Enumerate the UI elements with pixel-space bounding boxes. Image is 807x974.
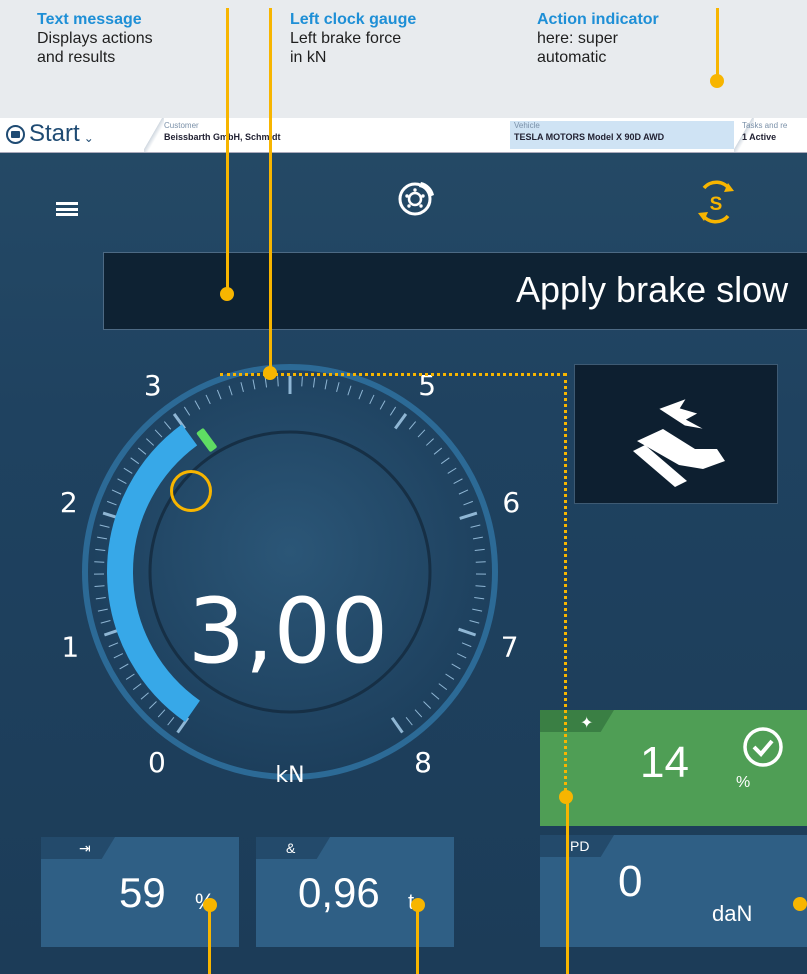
app-window: Start ⌄ Customer Beissbarth GmbH, Schmid…	[0, 118, 807, 974]
leader-dotted-line	[220, 373, 566, 376]
gauge-tick-label: 7	[501, 631, 519, 664]
leader-line	[716, 8, 719, 80]
start-label: Start	[29, 120, 80, 147]
leader-dot	[710, 74, 724, 88]
annotation-line: Left brake force	[290, 30, 402, 47]
leader-line	[226, 8, 229, 118]
hamburger-menu-icon[interactable]	[56, 202, 78, 216]
annotation-left-clock-gauge: Left clock gauge Left brake force in kN	[290, 10, 416, 67]
leader-dotted-line	[564, 373, 567, 791]
leader-line	[269, 118, 272, 372]
pedal-tab-label: PD	[570, 838, 590, 854]
brake-difference-tile: ✦ 14 %	[540, 710, 807, 826]
separator	[144, 118, 164, 152]
vehicle-field[interactable]: Vehicle TESLA MOTORS Model X 90D AWD	[510, 121, 738, 149]
difference-unit: %	[736, 774, 751, 791]
annotation-text-message: Text message Displays actions and result…	[37, 10, 153, 67]
gauge-tick-label: 2	[60, 486, 78, 519]
tasks-label: Tasks and re	[742, 121, 788, 130]
weight-icon: &	[286, 840, 296, 856]
customer-value: Beissbarth GmbH, Schmidt	[164, 132, 281, 142]
gauge-tick	[94, 561, 105, 563]
vehicle-label: Vehicle	[514, 121, 540, 130]
customer-field[interactable]: Customer Beissbarth GmbH, Schmidt	[164, 121, 504, 149]
annotation-title: Text message	[37, 11, 142, 28]
gauge-tick-label: 6	[502, 486, 520, 519]
leader-line	[566, 796, 569, 974]
annotation-line: here: super	[537, 30, 618, 47]
gauge-tick	[277, 376, 279, 387]
leader-line	[269, 8, 272, 118]
annotation-title: Left clock gauge	[290, 11, 417, 28]
vehicle-value: TESLA MOTORS Model X 90D AWD	[514, 132, 665, 142]
weight-value: 0,96	[298, 869, 380, 916]
tasks-value: 1 Active	[742, 132, 777, 142]
leader-line	[416, 905, 419, 974]
annotation-action-indicator: Action indicator here: super automatic	[537, 10, 659, 67]
brake-disc-icon	[398, 182, 434, 216]
start-button[interactable]: Start ⌄	[6, 120, 94, 148]
tile-tab	[540, 710, 614, 732]
chevron-down-icon: ⌄	[83, 131, 94, 145]
annotation-line: automatic	[537, 49, 607, 66]
gauge-tick	[475, 561, 486, 563]
top-bar: Start ⌄ Customer Beissbarth GmbH, Schmid…	[0, 118, 807, 153]
leader-line	[208, 905, 211, 974]
gauge-unit: kN	[275, 763, 304, 788]
super-automatic-indicator-icon[interactable]: S	[690, 180, 742, 224]
pedal-unit: daN	[712, 901, 753, 926]
text-message: Apply brake slow	[516, 269, 789, 310]
gauge-tick-label: 1	[61, 631, 79, 664]
tasks-field[interactable]: Tasks and re 1 Active	[742, 121, 807, 149]
pedal-value: 0	[618, 857, 643, 906]
annotation-title: Action indicator	[537, 11, 659, 28]
gauge-tick-label: 3	[144, 369, 162, 402]
ovality-value: 59	[119, 869, 166, 916]
brake-difference-icon: ✦	[580, 715, 594, 732]
gauge-tick	[301, 376, 303, 387]
gauge-marker-highlight	[170, 470, 212, 512]
annotation-line: Displays actions	[37, 30, 153, 47]
gauge-tick-label: 0	[148, 746, 166, 779]
difference-value: 14	[640, 738, 689, 787]
text-message-box: Apply brake slow	[103, 252, 807, 330]
gauge-value: 3,00	[188, 579, 388, 684]
pedal-force-tile: PD 0 daN	[540, 835, 807, 947]
axle-weight-tile: & 0,96 t	[256, 837, 454, 947]
check-circle-icon	[743, 727, 783, 767]
ovality-icon: ⇥	[79, 840, 91, 856]
press-brake-pedal-icon	[633, 399, 725, 487]
annotation-line: in kN	[290, 49, 327, 66]
leader-line	[226, 118, 229, 294]
annotation-line: and results	[37, 49, 116, 66]
tile-tab	[41, 837, 115, 859]
gauge-tick-label: 8	[414, 746, 432, 779]
home-icon	[6, 124, 25, 144]
leader-dot	[793, 897, 807, 911]
customer-label: Customer	[164, 121, 199, 130]
left-brake-force-gauge: 3,00 kN 012345678	[60, 364, 520, 788]
instruction-panel	[574, 364, 778, 504]
indicator-letter: S	[710, 194, 723, 215]
